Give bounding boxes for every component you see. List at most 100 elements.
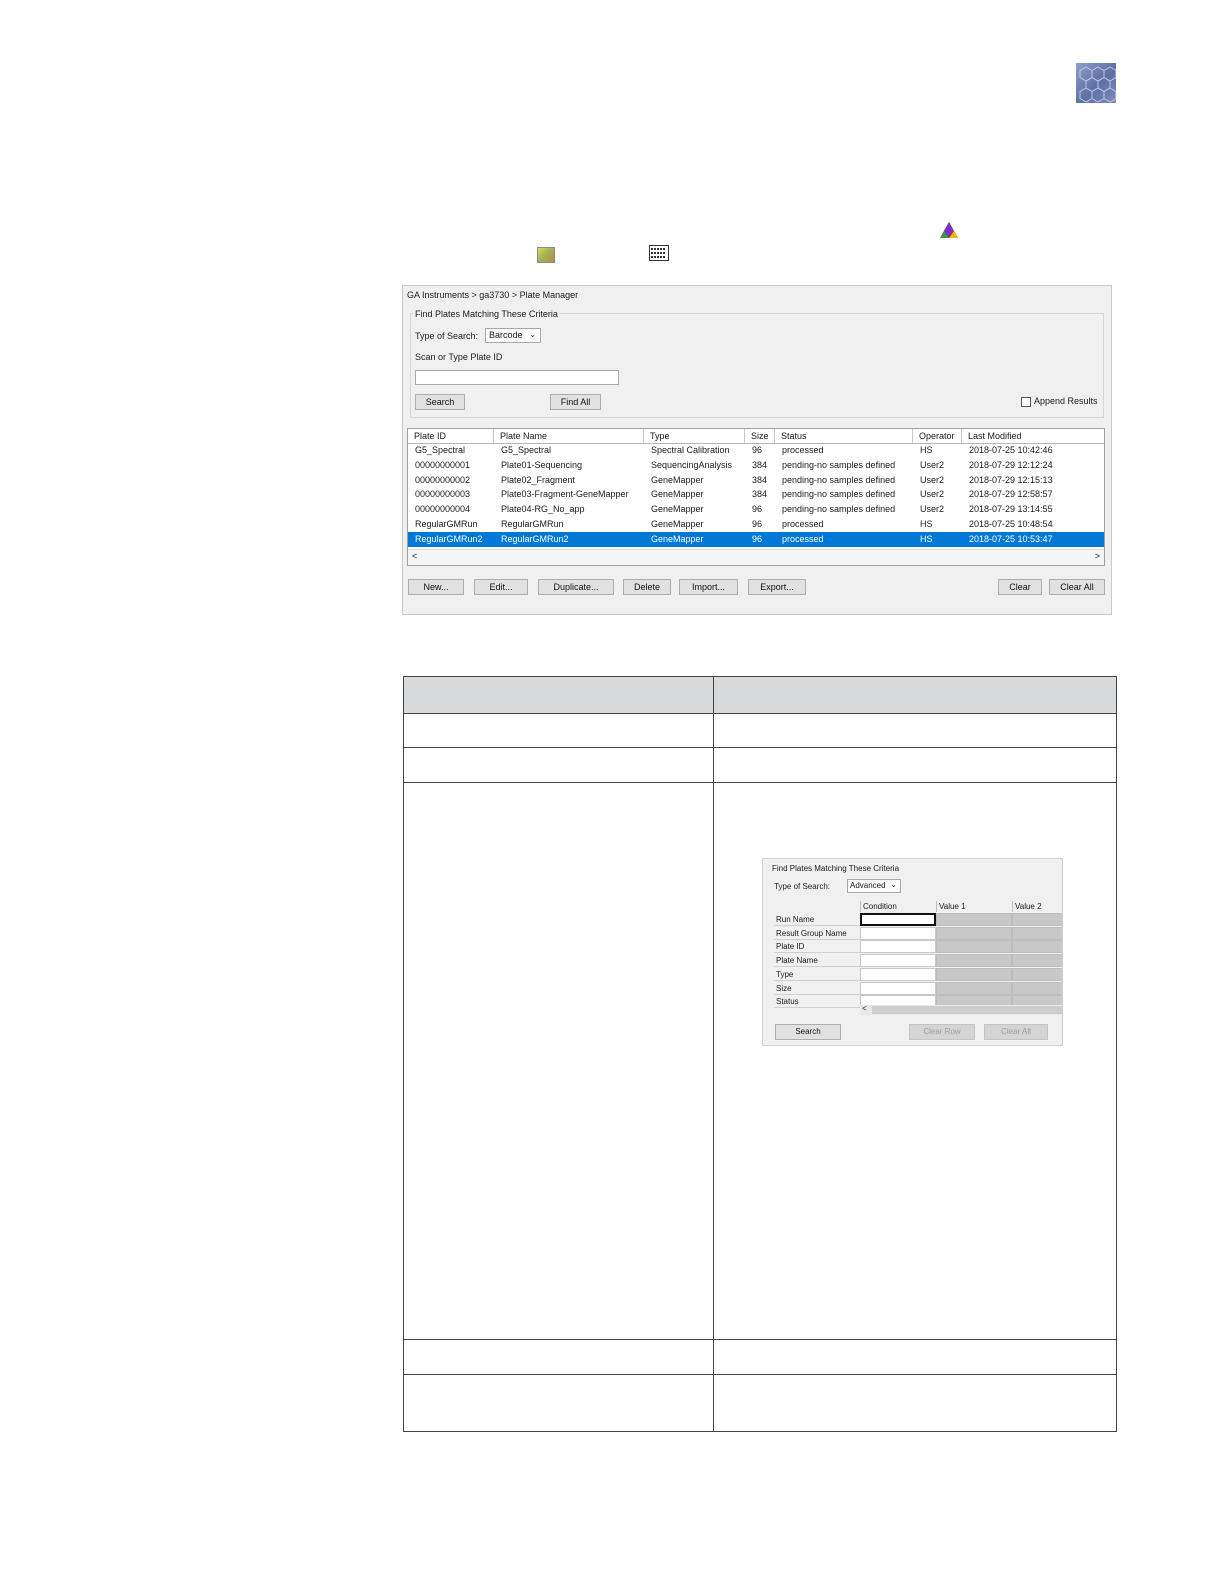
criteria-row-label: Type — [774, 968, 860, 981]
cell-status: pending-no samples defined — [782, 489, 896, 500]
horizontal-scrollbar[interactable]: < > — [408, 549, 1104, 565]
cell-size: 96 — [752, 445, 763, 455]
value-1-field — [936, 913, 1012, 926]
condition-field[interactable] — [860, 954, 936, 968]
search-button[interactable]: Search — [415, 394, 465, 410]
condition-field[interactable] — [860, 967, 936, 981]
value-1-field — [936, 967, 1012, 981]
table-row[interactable]: 00000000004 Plate04-RG_No_app GeneMapper 96… — [408, 502, 1104, 517]
plates-table: Plate ID Plate Name Type Size Status Ope… — [407, 428, 1105, 566]
column-header-type[interactable]: Type — [644, 429, 745, 443]
column-header-status[interactable]: Status — [775, 429, 913, 443]
scroll-left-arrow[interactable]: < — [412, 551, 417, 561]
scrollbar-thumb[interactable] — [872, 1006, 1062, 1014]
cell-plate-id: 00000000001 — [415, 459, 471, 470]
type-of-search-select[interactable]: Advanced ⌄ — [847, 879, 901, 893]
table-column-divider — [713, 677, 714, 1431]
table-header — [404, 677, 1116, 714]
cell-size: 384 — [752, 459, 768, 470]
cell-type: GeneMapper — [651, 533, 704, 544]
type-of-search-value: Advanced — [850, 881, 886, 890]
cell-operator: User2 — [920, 474, 945, 485]
column-header-last-modified[interactable]: Last Modified — [962, 429, 1104, 443]
multicolor-triangle-icon — [939, 221, 959, 239]
horizontal-scrollbar[interactable]: < — [860, 1004, 1062, 1015]
clear-row-button[interactable]: Clear Row — [909, 1024, 975, 1040]
value-1-field — [936, 940, 1012, 954]
table-row-divider — [404, 1339, 1116, 1340]
cell-size: 384 — [752, 489, 768, 500]
find-all-button[interactable]: Find All — [550, 394, 601, 410]
append-results-label: Append Results — [1034, 396, 1098, 406]
table-row[interactable]: 00000000003 Plate03-Fragment-GeneMapper Ge… — [408, 487, 1104, 502]
table-row[interactable]: G5_Spectral G5_Spectral Spectral Calibrati… — [408, 443, 1104, 458]
cell-plate-id: RegularGMRun2 — [415, 533, 483, 544]
table-header: Plate ID Plate Name Type Size Status Ope… — [408, 429, 1104, 444]
cell-operator: HS — [920, 533, 933, 544]
column-header-size[interactable]: Size — [745, 429, 775, 443]
condition-field[interactable] — [860, 913, 936, 926]
scan-plate-id-label: Scan or Type Plate ID — [415, 352, 503, 362]
cell-size: 96 — [752, 533, 763, 544]
cell-operator: User2 — [920, 504, 945, 515]
type-of-search-select[interactable]: Barcode ⌄ — [485, 328, 541, 343]
cell-status: processed — [782, 533, 824, 544]
cell-operator: HS — [920, 519, 933, 529]
cell-last-modified: 2018-07-29 13:14:55 — [969, 504, 1053, 515]
value-1-field — [936, 981, 1012, 995]
criteria-title: Find Plates Matching These Criteria — [413, 309, 560, 319]
new-button[interactable]: New... — [408, 579, 464, 595]
type-of-search-label: Type of Search: — [774, 882, 831, 891]
chevron-down-icon: ⌄ — [529, 330, 536, 339]
type-of-search-value: Barcode — [489, 330, 523, 340]
import-button[interactable]: Import... — [679, 579, 738, 595]
value-1-field — [936, 926, 1012, 940]
value-1-field — [936, 954, 1012, 968]
cell-plate-name: Plate04-RG_No_app — [501, 504, 585, 515]
clear-all-button[interactable]: Clear All — [984, 1024, 1048, 1040]
criteria-row-label: Size — [774, 982, 860, 995]
cell-last-modified: 2018-07-29 12:12:24 — [969, 459, 1053, 470]
cell-plate-id: RegularGMRun — [415, 519, 478, 529]
cell-last-modified: 2018-07-29 12:15:13 — [969, 474, 1053, 485]
search-button[interactable]: Search — [775, 1024, 841, 1040]
table-row[interactable]: RegularGMRun RegularGMRun GeneMapper 96 proc… — [408, 517, 1104, 532]
edit-button[interactable]: Edit... — [474, 579, 528, 595]
value-2-field — [1012, 926, 1062, 940]
delete-button[interactable]: Delete — [623, 579, 671, 595]
table-row-divider — [404, 782, 1116, 783]
cell-operator: User2 — [920, 459, 945, 470]
cell-last-modified: 2018-07-25 10:53:47 — [969, 533, 1053, 544]
cell-size: 96 — [752, 519, 763, 529]
table-row[interactable]: 00000000002 Plate02_Fragment GeneMapper 384… — [408, 473, 1104, 488]
condition-field[interactable] — [860, 940, 936, 954]
export-button[interactable]: Export... — [748, 579, 806, 595]
cell-plate-name: Plate01-Sequencing — [501, 459, 583, 470]
cell-plate-id: 00000000003 — [415, 489, 471, 500]
scroll-left-arrow[interactable]: < — [862, 1004, 867, 1013]
value-2-field — [1012, 954, 1062, 968]
column-header-plate-id[interactable]: Plate ID — [408, 429, 494, 443]
column-header-value-2: Value 2 — [1012, 901, 1062, 912]
column-header-operator[interactable]: Operator — [913, 429, 962, 443]
criteria-row-label: Status — [774, 995, 860, 1009]
clear-all-button[interactable]: Clear All — [1049, 579, 1105, 595]
cell-plate-id: 00000000004 — [415, 504, 471, 515]
plate-id-input[interactable] — [415, 370, 619, 385]
cell-type: SequencingAnalysis — [651, 459, 733, 470]
type-of-search-label: Type of Search: — [415, 331, 479, 341]
cell-status: pending-no samples defined — [782, 459, 896, 470]
value-2-field — [1012, 940, 1062, 954]
column-header-plate-name[interactable]: Plate Name — [494, 429, 644, 443]
scroll-right-arrow[interactable]: > — [1095, 551, 1100, 561]
append-results-checkbox[interactable] — [1021, 397, 1031, 407]
table-row[interactable]: 00000000001 Plate01-Sequencing SequencingA… — [408, 458, 1104, 473]
condition-field[interactable] — [860, 981, 936, 995]
table-row[interactable]: RegularGMRun2 RegularGMRun2 GeneMapper 96 pr… — [408, 531, 1104, 547]
clear-button[interactable]: Clear — [998, 579, 1042, 595]
duplicate-button[interactable]: Duplicate... — [538, 579, 614, 595]
criteria-row-label: Run Name — [774, 913, 860, 926]
cell-type: GeneMapper — [651, 519, 704, 529]
cell-operator: HS — [920, 445, 933, 455]
condition-field[interactable] — [860, 926, 936, 940]
